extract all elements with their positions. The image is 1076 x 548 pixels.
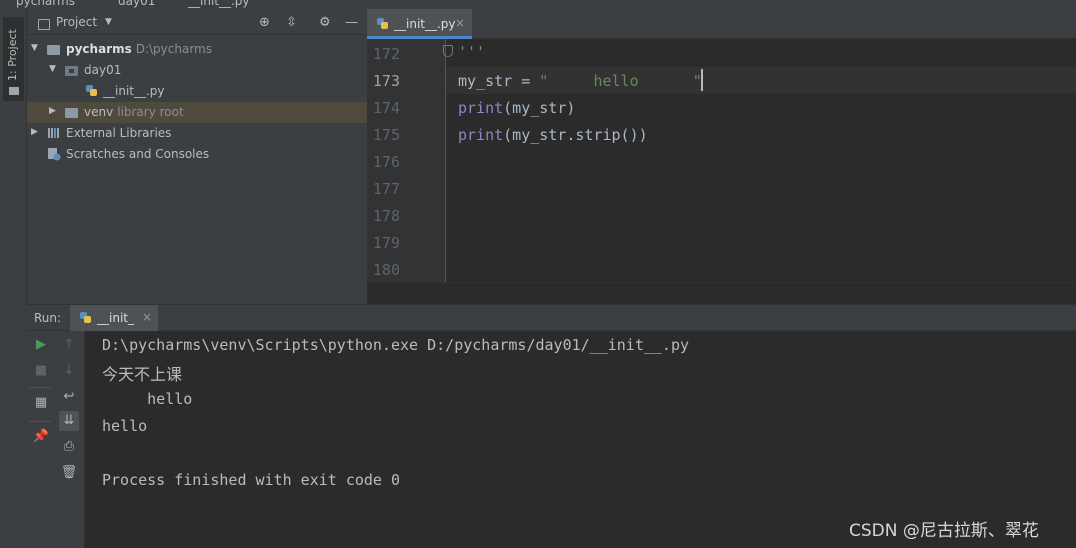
chevron-down-icon[interactable]: ▼ — [105, 17, 112, 27]
project-panel: Project ▼ ⊕ ⇳ ⚙ — ▼ pycharms D:\pycharms … — [27, 9, 367, 304]
code-line-173: my_str = " hello " — [458, 72, 702, 90]
tree-item-hint: library root — [117, 105, 184, 119]
console-line: 今天不上课 — [102, 365, 183, 384]
tree-item-label: venv — [84, 105, 114, 119]
tree-item-label: Scratches and Consoles — [66, 147, 210, 161]
text-caret — [701, 69, 703, 91]
python-file-icon — [86, 85, 97, 96]
tree-item-init-py[interactable]: __init__.py — [27, 81, 367, 102]
collapse-icon[interactable]: ⇳ — [286, 15, 297, 30]
tree-item-day01[interactable]: ▼ day01 — [27, 60, 367, 81]
tree-item-venv[interactable]: ▶ venv library root — [27, 102, 367, 123]
run-panel-header: Run: __init_ × — [27, 304, 1076, 331]
console-line: hello — [102, 390, 193, 408]
line-number: 173 — [372, 72, 400, 90]
line-number: 175 — [372, 126, 400, 144]
soft-wrap-icon[interactable]: ↩ — [59, 387, 79, 407]
breadcrumb-project[interactable]: pycharms — [16, 0, 75, 8]
breadcrumb-folder[interactable]: day01 — [118, 0, 155, 8]
line-number: 177 — [372, 180, 400, 198]
watermark: CSDN @尼古拉斯、翠花 — [849, 521, 1039, 541]
python-file-icon — [80, 312, 91, 323]
line-number: 172 — [372, 45, 400, 63]
project-panel-title[interactable]: Project — [56, 15, 97, 29]
tree-item-scratches[interactable]: Scratches and Consoles — [27, 144, 367, 165]
run-toolbar: ▶ ↑ ■ ↓ ▦ ↩ ⇊ 📌 ⎙ 🗑 — [27, 331, 85, 548]
editor-tab-label: __init__.py — [394, 17, 456, 31]
folder-icon — [65, 66, 78, 76]
editor-tab-bar: __init__.py × — [367, 9, 1076, 39]
console-line: D:\pycharms\venv\Scripts\python.exe D:/p… — [102, 336, 689, 354]
code-editor[interactable]: ''' my_str = " hello " print(my_str) pri… — [443, 39, 1076, 282]
line-number: 180 — [372, 261, 400, 279]
line-number: 179 — [372, 234, 400, 252]
library-icon — [48, 128, 59, 138]
project-view-icon — [38, 19, 50, 30]
chevron-right-icon[interactable]: ▶ — [31, 127, 38, 137]
gear-icon[interactable]: ⚙ — [319, 15, 331, 30]
line-number: 176 — [372, 153, 400, 171]
console-line: Process finished with exit code 0 — [102, 471, 401, 489]
breadcrumb-file[interactable]: __init__.py — [188, 0, 250, 8]
tree-item-hint: D:\pycharms — [135, 42, 212, 56]
tree-item-external-libraries[interactable]: ▶ External Libraries — [27, 123, 367, 144]
crosshair-icon[interactable]: ⊕ — [259, 15, 270, 30]
folder-icon — [47, 45, 60, 55]
navigation-bar: pycharms day01 __init__.py — [0, 0, 1076, 9]
chevron-right-icon[interactable]: ▶ — [49, 106, 56, 116]
tree-item-label: day01 — [84, 63, 122, 77]
scroll-to-end-icon[interactable]: ⇊ — [59, 411, 79, 431]
editor-tab-init-py[interactable]: __init__.py × — [367, 9, 472, 39]
line-number: 174 — [372, 99, 400, 117]
folder-icon — [9, 87, 19, 95]
run-panel-label: Run: — [34, 311, 62, 325]
console-line: hello — [102, 417, 148, 435]
close-icon[interactable]: × — [455, 16, 465, 30]
tree-item-pycharms[interactable]: ▼ pycharms D:\pycharms — [27, 39, 367, 60]
toolbar-separator — [29, 421, 51, 422]
chevron-down-icon[interactable]: ▼ — [31, 43, 38, 53]
project-tool-tab-label: 1: Project — [6, 29, 19, 81]
run-tab-label: __init_ — [97, 311, 134, 325]
python-file-icon — [377, 18, 388, 29]
left-tool-strip-lower — [0, 304, 27, 548]
folder-icon — [65, 108, 78, 118]
arrow-down-icon[interactable]: ↓ — [59, 361, 79, 381]
tree-item-label: External Libraries — [66, 126, 172, 140]
left-tool-strip: 1: Project — [0, 9, 27, 304]
close-icon[interactable]: × — [142, 310, 152, 324]
scratches-icon — [48, 148, 61, 161]
tree-item-label: pycharms — [66, 42, 132, 56]
toolbar-separator — [29, 387, 51, 388]
arrow-up-icon[interactable]: ↑ — [59, 335, 79, 355]
pin-icon[interactable]: 📌 — [31, 427, 51, 447]
code-line-string: " hello " — [539, 72, 702, 90]
code-line-var: my_str = — [458, 72, 540, 90]
line-number-gutter: 172 173 174 175 176 177 178 179 180 — [367, 39, 445, 282]
tree-item-label: __init__.py — [103, 84, 165, 98]
run-tab-init[interactable]: __init_ × — [70, 305, 158, 331]
code-line: ''' — [458, 43, 486, 61]
minimize-icon[interactable]: — — [345, 15, 358, 30]
editor-bottom-bar — [367, 282, 1076, 304]
code-line-175: print(my_str.strip()) — [458, 126, 648, 144]
print-icon[interactable]: ⎙ — [59, 437, 79, 457]
layout-icon[interactable]: ▦ — [31, 393, 51, 413]
project-panel-header: Project ▼ ⊕ ⇳ ⚙ — — [27, 9, 367, 35]
stop-icon[interactable]: ■ — [31, 361, 51, 381]
code-line-174: print(my_str) — [458, 99, 576, 117]
chevron-down-icon[interactable]: ▼ — [49, 64, 56, 74]
project-tool-tab[interactable]: 1: Project — [3, 17, 24, 101]
rerun-icon[interactable]: ▶ — [31, 335, 51, 355]
fold-marker-icon[interactable] — [443, 45, 453, 57]
trash-icon[interactable]: 🗑 — [59, 463, 79, 483]
line-number: 178 — [372, 207, 400, 225]
